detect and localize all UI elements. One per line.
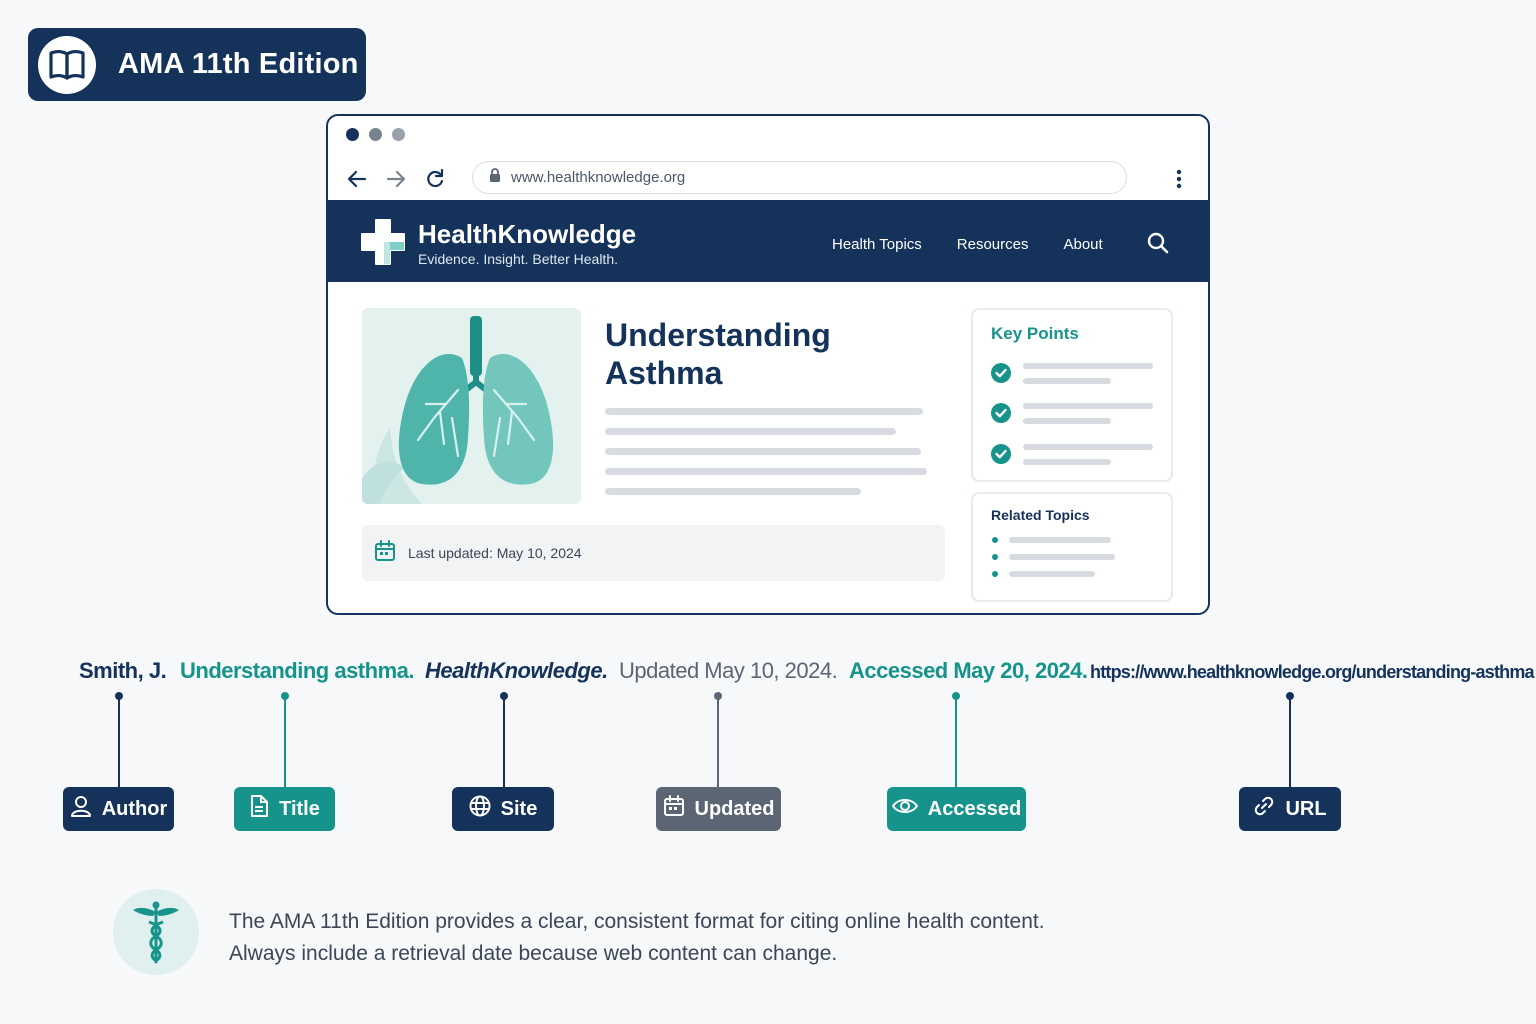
- related-topics-title: Related Topics: [991, 507, 1090, 523]
- text-placeholder-line: [605, 488, 861, 495]
- site-tagline: Evidence. Insight. Better Health.: [418, 251, 618, 267]
- updated-tag-label: Updated: [694, 797, 775, 820]
- text-placeholder-line: [1023, 403, 1153, 409]
- medical-cross-logo[interactable]: [360, 218, 406, 271]
- citation-site: HealthKnowledge.: [425, 658, 608, 683]
- site-tag-label: Site: [500, 797, 538, 820]
- title-tag: Title: [234, 787, 335, 831]
- check-circle-icon: [991, 403, 1011, 423]
- check-circle-icon: [991, 363, 1011, 383]
- edition-badge: AMA 11th Edition: [28, 28, 366, 101]
- site-name[interactable]: HealthKnowledge: [418, 219, 636, 250]
- last-updated-bar: Last updated: May 10, 2024: [362, 525, 945, 581]
- caduceus-icon: [113, 889, 199, 975]
- browser-window: www.healthknowledge.org HealthKnowledge …: [326, 114, 1210, 615]
- back-arrow-icon[interactable]: [344, 166, 370, 192]
- accessed-tag-label: Accessed: [927, 797, 1022, 820]
- browser-title-bar: [328, 116, 1208, 154]
- site-header: HealthKnowledge Evidence. Insight. Bette…: [328, 200, 1208, 282]
- text-placeholder-line[interactable]: [1009, 537, 1111, 543]
- url-tag-label: URL: [1285, 797, 1327, 820]
- user-icon: [70, 795, 92, 823]
- text-placeholder-line: [1023, 459, 1111, 465]
- citation-updated: Updated May 10, 2024.: [619, 658, 838, 683]
- connector-line: [1286, 692, 1294, 788]
- open-book-icon: [38, 35, 96, 94]
- connector-line: [714, 692, 722, 788]
- text-placeholder-line: [605, 428, 896, 435]
- check-circle-icon: [991, 444, 1011, 464]
- lock-icon: [489, 167, 501, 188]
- window-close-dot[interactable]: [346, 128, 359, 141]
- calendar-icon: [663, 795, 685, 823]
- nav-resources[interactable]: Resources: [957, 236, 1029, 253]
- search-icon[interactable]: [1146, 231, 1170, 255]
- citation-author: Smith, J.: [79, 658, 167, 683]
- site-nav: Health Topics Resources About: [832, 236, 1103, 253]
- forward-arrow-icon[interactable]: [383, 166, 409, 192]
- calendar-icon: [374, 539, 396, 567]
- lungs-illustration: [362, 308, 581, 504]
- site-tag: Site: [452, 787, 554, 831]
- window-maximize-dot[interactable]: [392, 128, 405, 141]
- eye-icon: [891, 797, 918, 821]
- related-topics-card: Related Topics: [971, 492, 1173, 602]
- text-placeholder-line[interactable]: [1009, 571, 1095, 577]
- edition-title: AMA 11th Edition: [118, 48, 359, 80]
- accessed-tag: Accessed: [887, 787, 1026, 831]
- key-points-card: Key Points: [971, 308, 1173, 482]
- text-placeholder-line: [605, 468, 927, 475]
- globe-icon: [469, 795, 491, 823]
- text-placeholder-line[interactable]: [1009, 554, 1115, 560]
- text-placeholder-line: [1023, 418, 1111, 424]
- browser-toolbar: www.healthknowledge.org: [328, 160, 1208, 200]
- citation-title: Understanding asthma.: [180, 658, 414, 683]
- connector-line: [281, 692, 289, 788]
- bullet: [992, 554, 998, 560]
- connector-line: [115, 692, 123, 788]
- key-points-title: Key Points: [991, 324, 1079, 343]
- author-tag-label: Author: [101, 797, 168, 820]
- url-tag: URL: [1239, 787, 1341, 831]
- address-bar[interactable]: www.healthknowledge.org: [472, 161, 1127, 194]
- citation-accessed: Accessed May 20, 2024.: [849, 658, 1088, 683]
- address-text: www.healthknowledge.org: [511, 169, 686, 186]
- text-placeholder-line: [1023, 363, 1153, 369]
- window-minimize-dot[interactable]: [369, 128, 382, 141]
- bullet: [992, 537, 998, 543]
- note-text: The AMA 11th Edition provides a clear, c…: [229, 906, 1045, 970]
- note-line-1: The AMA 11th Edition provides a clear, c…: [229, 910, 1045, 933]
- last-updated-text: Last updated: May 10, 2024: [408, 545, 582, 561]
- connector-line: [500, 692, 508, 788]
- citation-url[interactable]: https://www.healthknowledge.org/understa…: [1090, 662, 1535, 683]
- nav-health-topics[interactable]: Health Topics: [832, 236, 922, 253]
- text-placeholder-line: [1023, 378, 1111, 384]
- note-line-2: Always include a retrieval date because …: [229, 942, 838, 965]
- document-icon: [249, 795, 269, 823]
- text-placeholder-line: [605, 408, 923, 415]
- more-vertical-icon[interactable]: [1168, 166, 1190, 192]
- bullet: [992, 571, 998, 577]
- link-icon: [1253, 795, 1275, 823]
- connector-line: [952, 692, 960, 788]
- nav-about[interactable]: About: [1063, 236, 1102, 253]
- text-placeholder-line: [1023, 444, 1153, 450]
- text-placeholder-line: [605, 448, 921, 455]
- author-tag: Author: [63, 787, 174, 831]
- title-tag-label: Title: [279, 797, 320, 820]
- article-title: Understanding Asthma: [605, 317, 831, 391]
- reload-icon[interactable]: [422, 166, 448, 192]
- updated-tag: Updated: [656, 787, 781, 831]
